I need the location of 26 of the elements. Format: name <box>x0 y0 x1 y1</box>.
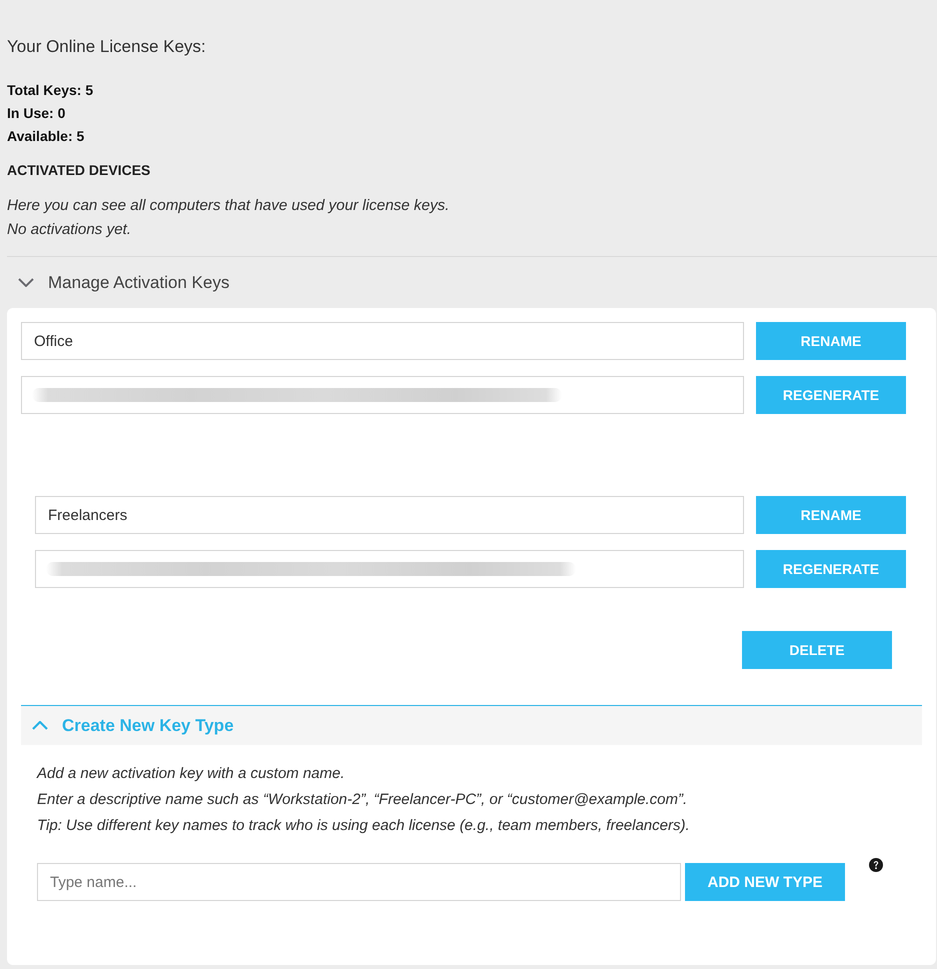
stat-text: Available: 5 <box>7 127 86 146</box>
rename-button[interactable]: RENAME <box>756 496 906 534</box>
page-title: Your Online License Keys: <box>7 36 207 58</box>
delete-button[interactable]: DELETE <box>742 631 892 669</box>
rename-button[interactable]: RENAME <box>756 322 906 360</box>
chevron-down-icon <box>18 278 34 287</box>
add-type-button[interactable]: ADD NEW TYPE <box>685 863 845 901</box>
help-text: Enter a descriptive name such as “Workstation-2”, “Freelancer-PC”, or “customer@example.com”. <box>37 790 688 810</box>
help-icon <box>869 858 883 872</box>
manage-keys-toggle[interactable]: Manage Activation Keys <box>7 272 230 292</box>
help-text: Tip: Use different key names to track who is using each license (e.g., team members, freelancers). <box>37 816 691 836</box>
stat-text: Total Keys: 5 <box>7 81 94 100</box>
key-name-field[interactable]: Office <box>21 322 744 360</box>
info-text: No activations yet. <box>7 220 132 240</box>
regenerate-button[interactable]: REGENERATE <box>756 376 906 414</box>
regenerate-button[interactable]: REGENERATE <box>756 550 906 588</box>
key-field[interactable] <box>35 550 744 588</box>
section-heading: ACTIVATED DEVICES <box>7 161 152 180</box>
help-text: Add a new activation key with a custom name. <box>37 764 346 784</box>
key-name-field[interactable]: Freelancers <box>35 496 744 534</box>
stat-text: In Use: 0 <box>7 104 66 123</box>
type-name-field[interactable]: Type name... <box>37 863 681 901</box>
key-field[interactable] <box>21 376 744 414</box>
chevron-up-icon <box>32 721 48 730</box>
info-text: Here you can see all computers that have used your license keys. <box>7 196 450 216</box>
create-key-type-toggle[interactable]: Create New Key Type <box>21 705 922 745</box>
